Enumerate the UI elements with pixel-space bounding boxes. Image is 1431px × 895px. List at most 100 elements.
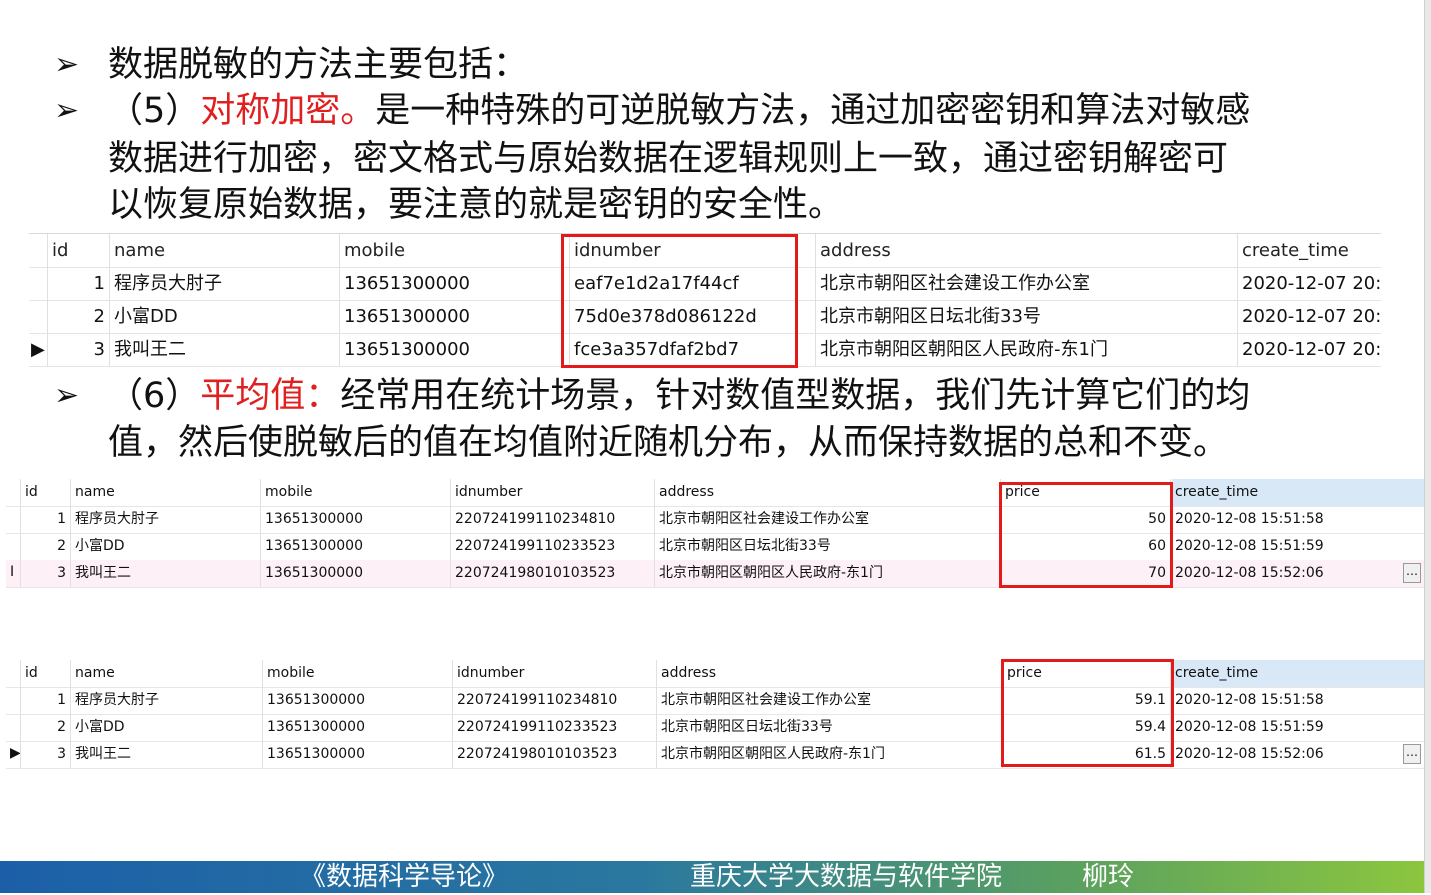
- id-cell: 3: [20, 741, 70, 768]
- text-cursor-icon: I: [10, 564, 15, 580]
- highlight-term: 平均值：: [200, 376, 341, 416]
- footer-school: 重庆大学大数据与软件学院: [690, 862, 1003, 892]
- arrow-bullet-icon: ➢: [54, 93, 80, 128]
- name-cell: 小富DD: [109, 300, 339, 333]
- footer-author: 柳玲: [1082, 862, 1135, 892]
- column-header[interactable]: id: [20, 479, 70, 506]
- name-cell: 小富DD: [70, 533, 260, 560]
- idnumber-cell: 220724199110234810: [450, 506, 654, 533]
- idnumber-cell: 220724199110234810: [452, 687, 656, 714]
- create-time-cell: 2020-12-07 20:1: [1237, 300, 1381, 333]
- original-price-grid: id name mobile idnumber address price cr…: [6, 479, 1424, 588]
- column-header[interactable]: name: [70, 660, 262, 687]
- column-header[interactable]: name: [109, 234, 339, 267]
- mobile-cell: 13651300000: [262, 741, 452, 768]
- footer-book-title: 《数据科学导论》: [300, 862, 509, 892]
- id-cell: 2: [47, 300, 109, 333]
- column-header[interactable]: address: [656, 660, 1002, 687]
- bullet-text: 数据脱敏的方法主要包括：: [108, 45, 529, 85]
- column-header[interactable]: mobile: [339, 234, 569, 267]
- id-cell: 3: [20, 560, 70, 587]
- mobile-cell: 13651300000: [262, 714, 452, 741]
- table-row-selected[interactable]: ▶ 3 我叫王二 13651300000 220724198010103523 …: [6, 741, 1424, 769]
- table-row[interactable]: 2 小富DD 13651300000 220724199110233523 北京…: [6, 714, 1424, 742]
- address-cell: 北京市朝阳区社会建设工作办公室: [815, 267, 1237, 300]
- mobile-cell: 13651300000: [339, 333, 569, 366]
- column-header[interactable]: mobile: [262, 660, 452, 687]
- bullet-text: 以恢复原始数据，要注意的就是密钥的安全性。: [108, 185, 844, 225]
- name-cell: 我叫王二: [109, 333, 339, 366]
- mobile-cell: 13651300000: [262, 687, 452, 714]
- bullet-text: 数据进行加密，密文格式与原始数据在逻辑规则上一致，通过密钥解密可: [108, 139, 1229, 179]
- address-cell: 北京市朝阳区社会建设工作办公室: [656, 687, 1002, 714]
- item-number: （5）: [108, 91, 201, 131]
- id-cell: 1: [20, 687, 70, 714]
- column-header[interactable]: id: [20, 660, 70, 687]
- column-header[interactable]: create_time: [1237, 234, 1381, 267]
- highlight-term: 对称加密。: [200, 91, 376, 131]
- idnumber-cell: 220724199110233523: [452, 714, 656, 741]
- create-time-cell: 2020-12-08 15:51:59: [1170, 533, 1424, 560]
- id-cell: 3: [47, 333, 109, 366]
- table-header-row: id name mobile idnumber address price cr…: [6, 660, 1424, 688]
- address-cell: 北京市朝阳区日坛北街33号: [656, 714, 1002, 741]
- name-cell: 小富DD: [70, 714, 262, 741]
- create-time-cell: 2020-12-07 20:1: [1237, 267, 1381, 300]
- column-header[interactable]: address: [654, 479, 1000, 506]
- table-row[interactable]: 2 小富DD 13651300000 220724199110233523 北京…: [6, 533, 1424, 561]
- masked-price-grid: id name mobile idnumber address price cr…: [6, 660, 1424, 769]
- price-highlight-box: [999, 482, 1173, 588]
- table-row[interactable]: 1 程序员大肘子 13651300000 220724199110234810 …: [6, 687, 1424, 715]
- name-cell: 程序员大肘子: [70, 687, 262, 714]
- create-time-cell: 2020-12-08 15:51:58: [1170, 687, 1424, 714]
- mobile-cell: 13651300000: [260, 560, 450, 587]
- name-cell: 程序员大肘子: [70, 506, 260, 533]
- bullet-text: 是一种特殊的可逆脱敏方法，通过加密密钥和算法对敏感: [375, 91, 1251, 131]
- table-row[interactable]: 1 程序员大肘子 13651300000 220724199110234810 …: [6, 506, 1424, 534]
- create-time-cell: 2020-12-08 15:52:06: [1170, 741, 1424, 768]
- bullet-text: 值，然后使脱敏后的值在均值附近随机分布，从而保持数据的总和不变。: [108, 423, 1229, 463]
- column-header[interactable]: mobile: [260, 479, 450, 506]
- mobile-cell: 13651300000: [260, 533, 450, 560]
- slide-edge: [1424, 0, 1431, 893]
- column-header[interactable]: create_time: [1170, 660, 1424, 687]
- column-header[interactable]: idnumber: [452, 660, 656, 687]
- create-time-cell: 2020-12-07 20:1: [1237, 333, 1381, 366]
- address-cell: 北京市朝阳区日坛北街33号: [654, 533, 1000, 560]
- price-highlight-box: [1001, 659, 1174, 767]
- create-time-cell: 2020-12-08 15:51:58: [1170, 506, 1424, 533]
- column-header[interactable]: create_time: [1170, 479, 1424, 506]
- idnumber-highlight-box: [561, 234, 798, 368]
- column-header[interactable]: address: [815, 234, 1237, 267]
- id-cell: 2: [20, 533, 70, 560]
- id-cell: 1: [20, 506, 70, 533]
- column-header[interactable]: id: [47, 234, 109, 267]
- address-cell: 北京市朝阳区朝阳区人民政府-东1门: [654, 560, 1000, 587]
- arrow-bullet-icon: ➢: [54, 378, 80, 413]
- address-cell: 北京市朝阳区社会建设工作办公室: [654, 506, 1000, 533]
- idnumber-cell: 220724198010103523: [450, 560, 654, 587]
- column-header[interactable]: name: [70, 479, 260, 506]
- address-cell: 北京市朝阳区朝阳区人民政府-东1门: [815, 333, 1237, 366]
- row-pointer-icon: ▶: [31, 339, 45, 360]
- name-cell: 我叫王二: [70, 741, 262, 768]
- slide-footer: 《数据科学导论》 重庆大学大数据与软件学院 柳玲: [0, 861, 1424, 893]
- id-cell: 1: [47, 267, 109, 300]
- mobile-cell: 13651300000: [260, 506, 450, 533]
- more-button[interactable]: …: [1403, 563, 1421, 583]
- arrow-bullet-icon: ➢: [54, 47, 80, 82]
- item-number: （6）: [108, 376, 201, 416]
- table-row-selected[interactable]: I 3 我叫王二 13651300000 220724198010103523 …: [6, 560, 1424, 588]
- address-cell: 北京市朝阳区日坛北街33号: [815, 300, 1237, 333]
- idnumber-cell: 220724198010103523: [452, 741, 656, 768]
- bullet-text: 经常用在统计场景，针对数值型数据，我们先计算它们的均: [340, 376, 1251, 416]
- column-header[interactable]: idnumber: [450, 479, 654, 506]
- more-button[interactable]: …: [1403, 744, 1421, 764]
- id-cell: 2: [20, 714, 70, 741]
- mobile-cell: 13651300000: [339, 300, 569, 333]
- name-cell: 程序员大肘子: [109, 267, 339, 300]
- table-header-row: id name mobile idnumber address price cr…: [6, 479, 1424, 507]
- create-time-cell: 2020-12-08 15:51:59: [1170, 714, 1424, 741]
- idnumber-cell: 220724199110233523: [450, 533, 654, 560]
- address-cell: 北京市朝阳区朝阳区人民政府-东1门: [656, 741, 1002, 768]
